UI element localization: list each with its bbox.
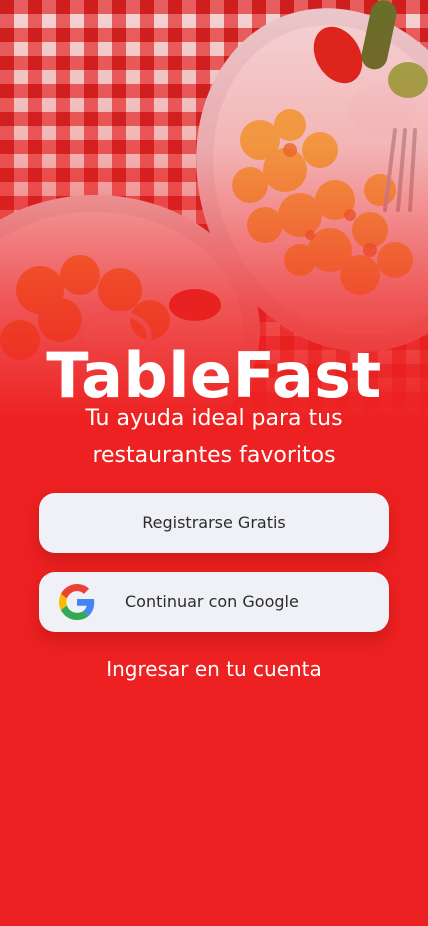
- login-link[interactable]: Ingresar en tu cuenta: [0, 654, 428, 684]
- google-g-icon: [59, 584, 95, 620]
- google-button-label: Continuar con Google: [125, 592, 299, 611]
- google-signin-button[interactable]: Continuar con Google: [39, 572, 389, 632]
- app-tagline: Tu ayuda ideal para tus restaurantes fav…: [85, 406, 343, 468]
- register-button[interactable]: Registrarse Gratis: [39, 493, 389, 553]
